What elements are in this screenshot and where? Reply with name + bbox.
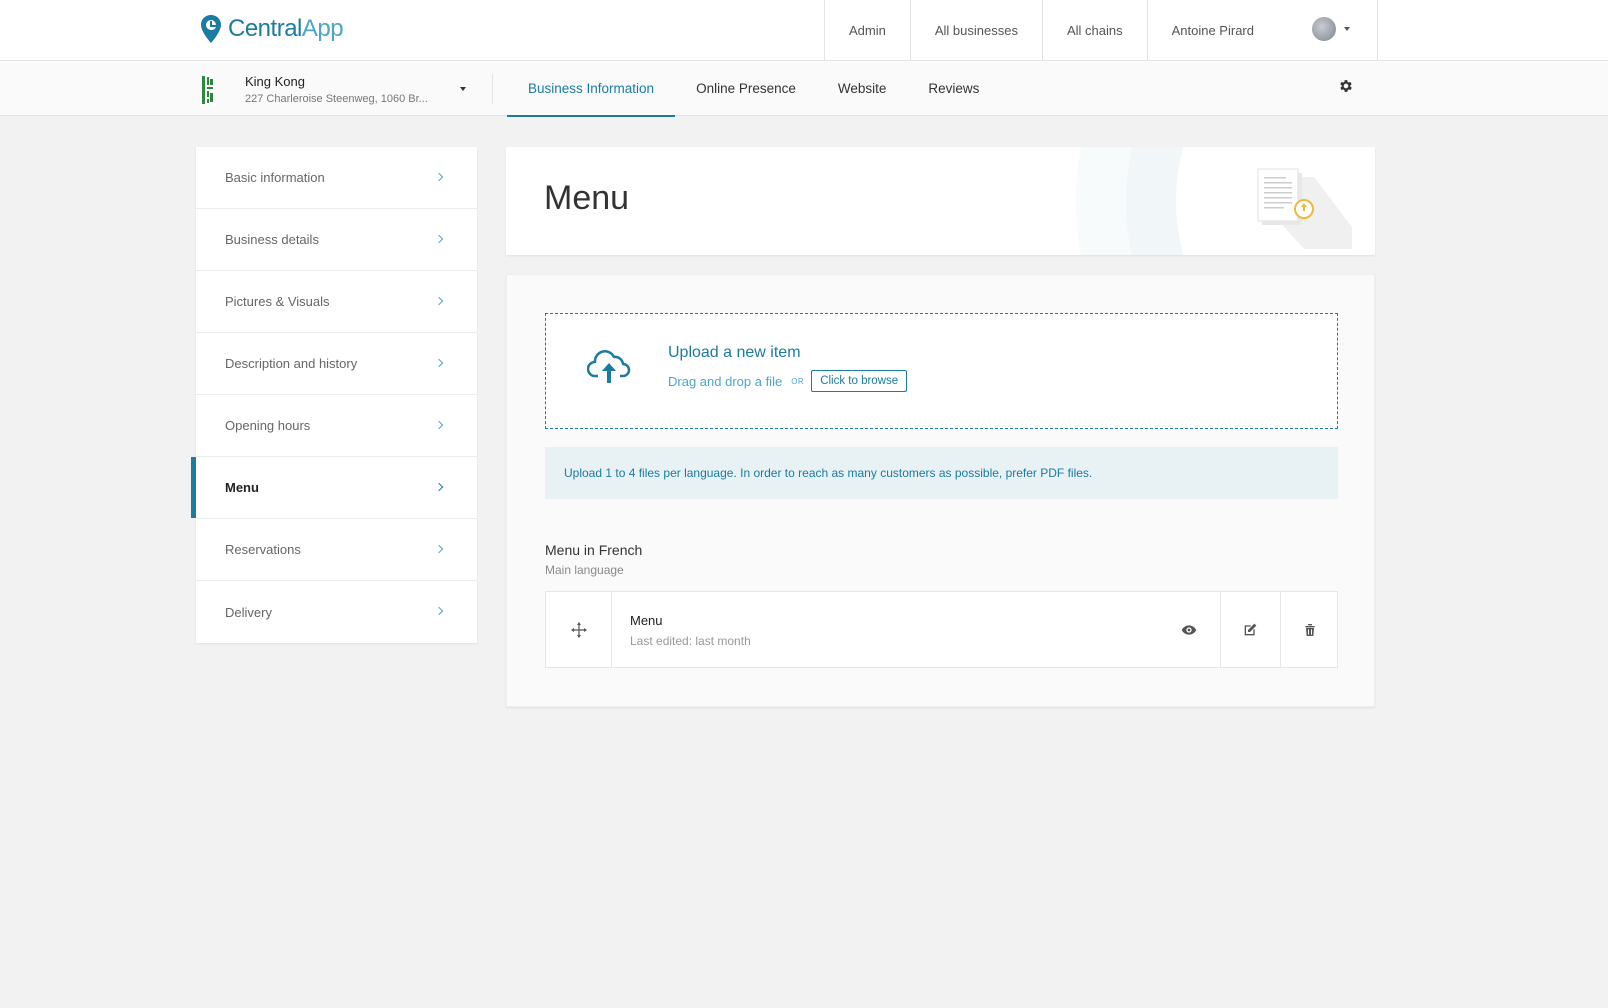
chevron-right-icon bbox=[434, 234, 444, 244]
move-icon bbox=[570, 621, 587, 638]
business-logo-icon bbox=[200, 74, 216, 106]
gear-icon[interactable] bbox=[1338, 78, 1354, 94]
nav-divider bbox=[1376, 0, 1378, 60]
location-pin-icon bbox=[201, 15, 221, 43]
sidebar-item-label: Menu bbox=[225, 480, 259, 495]
upload-title: Upload a new item bbox=[668, 344, 801, 361]
view-button[interactable] bbox=[1160, 592, 1218, 667]
delete-button[interactable] bbox=[1280, 592, 1338, 667]
eye-icon bbox=[1181, 624, 1197, 635]
user-menu[interactable]: Antoine Pirard bbox=[1146, 0, 1377, 60]
nav-all-businesses[interactable]: All businesses bbox=[909, 0, 1042, 60]
sidebar-item-basic-information[interactable]: Basic information bbox=[196, 147, 477, 209]
or-separator: OR bbox=[791, 376, 805, 386]
divider bbox=[492, 74, 493, 104]
sidebar-item-description-history[interactable]: Description and history bbox=[196, 333, 477, 395]
caret-down-icon bbox=[460, 87, 466, 91]
file-name: Menu bbox=[630, 613, 663, 628]
cloud-upload-icon bbox=[587, 350, 631, 383]
drag-handle[interactable] bbox=[546, 592, 612, 667]
section-sidebar: Basic information Business details Pictu… bbox=[191, 147, 477, 643]
sidebar-item-pictures-visuals[interactable]: Pictures & Visuals bbox=[196, 271, 477, 333]
logo-text-central: Central bbox=[228, 15, 302, 42]
top-navbar: CentralApp Admin All businesses All chai… bbox=[0, 0, 1608, 61]
sidebar-item-opening-hours[interactable]: Opening hours bbox=[196, 395, 477, 457]
avatar bbox=[1311, 17, 1336, 41]
business-name: King Kong bbox=[245, 74, 305, 89]
sidebar-item-label: Business details bbox=[225, 232, 319, 247]
sidebar-item-business-details[interactable]: Business details bbox=[196, 209, 477, 271]
business-bar: King Kong 227 Charleroise Steenweg, 1060… bbox=[0, 61, 1608, 117]
sidebar-item-reservations[interactable]: Reservations bbox=[196, 519, 477, 581]
edit-button[interactable] bbox=[1220, 592, 1278, 667]
top-nav-links: Admin All businesses All chains Antoine … bbox=[824, 0, 1378, 60]
chevron-right-icon bbox=[434, 358, 444, 368]
logo-text-app: App bbox=[301, 15, 344, 42]
sidebar-item-label: Description and history bbox=[225, 356, 358, 371]
sidebar-item-label: Basic information bbox=[225, 170, 325, 185]
sidebar-item-menu[interactable]: Menu bbox=[191, 457, 477, 519]
chevron-right-icon bbox=[434, 544, 444, 554]
chevron-right-icon bbox=[434, 420, 444, 430]
sidebar-item-label: Delivery bbox=[225, 604, 272, 620]
user-name: Antoine Pirard bbox=[1171, 22, 1254, 38]
page-header-card: Menu bbox=[506, 147, 1375, 255]
tab-online-presence[interactable]: Online Presence bbox=[675, 61, 817, 116]
tab-reviews[interactable]: Reviews bbox=[907, 61, 1000, 116]
section-subtitle: Main language bbox=[545, 563, 624, 577]
document-illustration-icon bbox=[1257, 168, 1352, 249]
sidebar-item-label: Reservations bbox=[225, 542, 301, 557]
sidebar-item-delivery[interactable]: Delivery bbox=[196, 581, 477, 643]
file-last-edited: Last edited: last month bbox=[630, 634, 751, 648]
chevron-right-icon bbox=[434, 296, 444, 306]
nav-all-chains[interactable]: All chains bbox=[1041, 0, 1147, 60]
tab-business-information[interactable]: Business Information bbox=[507, 61, 676, 117]
file-row: Menu Last edited: last month bbox=[545, 591, 1338, 668]
chevron-right-icon bbox=[434, 482, 444, 492]
sidebar-item-label: Opening hours bbox=[225, 418, 311, 433]
business-address: 227 Charleroise Steenweg, 1060 Br... bbox=[245, 93, 428, 105]
caret-down-icon bbox=[1343, 27, 1350, 31]
browse-button[interactable]: Click to browse bbox=[811, 370, 908, 392]
drag-drop-text: Drag and drop a file bbox=[668, 373, 783, 389]
info-banner: Upload 1 to 4 files per language. In ord… bbox=[545, 447, 1338, 499]
upload-dropzone[interactable]: Upload a new item Drag and drop a file O… bbox=[545, 313, 1338, 429]
chevron-right-icon bbox=[434, 172, 444, 182]
menu-content-card: Upload a new item Drag and drop a file O… bbox=[506, 274, 1375, 707]
nav-admin[interactable]: Admin bbox=[824, 0, 910, 60]
business-selector[interactable]: King Kong 227 Charleroise Steenweg, 1060… bbox=[200, 71, 470, 107]
edit-icon bbox=[1244, 623, 1256, 635]
app-logo[interactable]: CentralApp bbox=[200, 14, 344, 44]
section-title: Menu in French bbox=[545, 542, 643, 558]
page-title: Menu bbox=[544, 179, 630, 217]
info-text: Upload 1 to 4 files per language. In ord… bbox=[564, 466, 1093, 480]
trash-icon bbox=[1304, 623, 1315, 636]
upload-instructions: Drag and drop a file OR Click to browse bbox=[668, 370, 908, 392]
chevron-right-icon bbox=[434, 606, 444, 616]
main-tabs: Business Information Online Presence Web… bbox=[507, 61, 1000, 117]
sidebar-item-label: Pictures & Visuals bbox=[225, 294, 330, 309]
tab-website[interactable]: Website bbox=[817, 61, 908, 116]
